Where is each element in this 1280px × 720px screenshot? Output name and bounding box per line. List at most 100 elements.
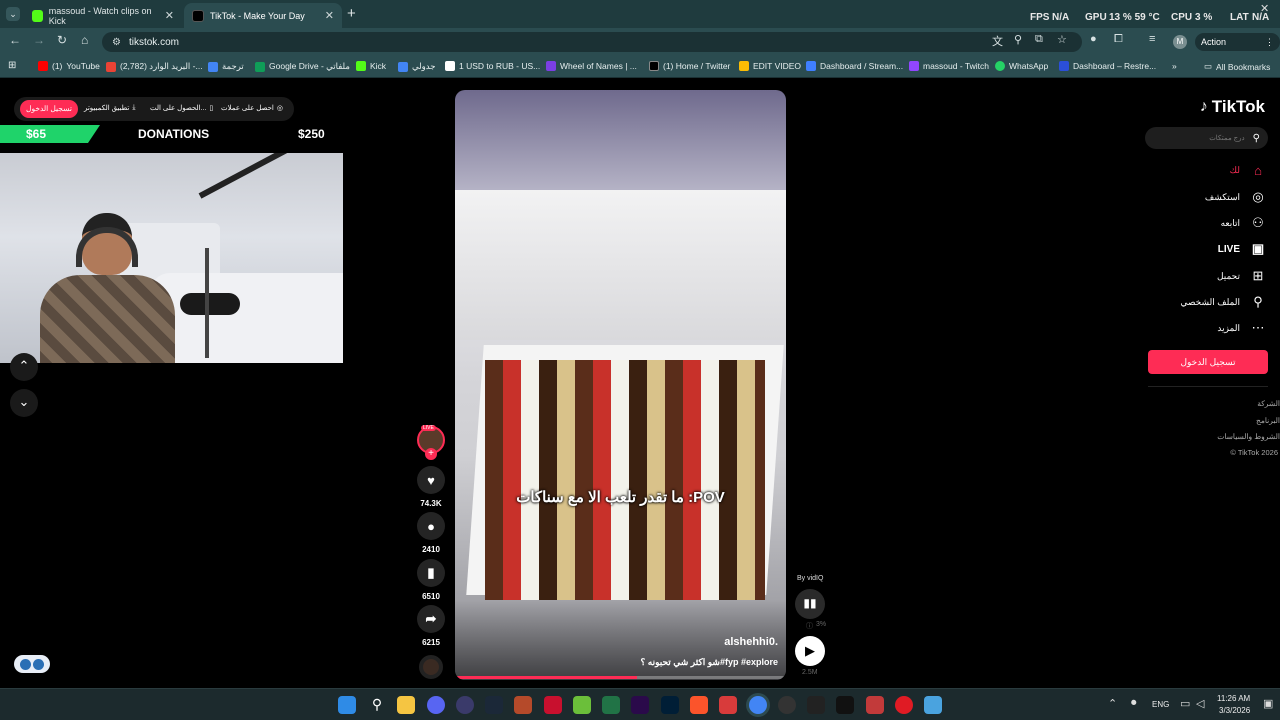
close-icon[interactable]: ✕ [325, 9, 334, 22]
discord-icon[interactable] [427, 696, 445, 714]
bookmark-drive[interactable]: Google Drive - ملفاتي [255, 61, 350, 72]
media-icon[interactable]: ≡ [1149, 33, 1155, 45]
footer-company[interactable]: الشركة [1257, 399, 1280, 408]
video-progress-track[interactable] [455, 676, 786, 679]
obs-icon[interactable] [778, 696, 796, 714]
video-player[interactable]: ما تقدر تلعب الا مع سناكات :POV alshehhi… [455, 90, 786, 680]
extension-icon[interactable]: ● [1090, 33, 1097, 45]
tab-kick[interactable]: massoud - Watch clips on Kick ✕ [24, 3, 182, 28]
nav-following[interactable]: اتابعه ⚇ [1221, 215, 1266, 231]
music-disc-icon[interactable] [419, 655, 443, 679]
app-icon[interactable] [866, 696, 884, 714]
app-icon[interactable] [895, 696, 913, 714]
footer-terms[interactable]: الشروط والسياسات [1217, 432, 1280, 441]
play-button[interactable]: ▶ [795, 636, 825, 666]
app-icon[interactable] [836, 696, 854, 714]
translate-icon[interactable]: 文 [992, 33, 1003, 49]
puzzle-icon[interactable]: ⧠ [1114, 33, 1123, 46]
brave-icon[interactable] [690, 696, 708, 714]
site-info-icon[interactable]: ⚙ [112, 37, 121, 48]
notepad-icon[interactable] [924, 696, 942, 714]
network-icon[interactable]: ▭ [1180, 697, 1190, 710]
login-pill-button[interactable]: تسجيل الدخول [20, 100, 78, 118]
clock-time[interactable]: 11:26 AM [1217, 694, 1250, 703]
forward-icon[interactable]: → [33, 33, 45, 47]
address-bar[interactable]: ⚙ tikstok.com [102, 32, 1082, 52]
reload-icon[interactable]: ↻ [57, 33, 67, 47]
nav-upload[interactable]: تحميل ⊞ [1217, 268, 1266, 284]
bookmark-twitch[interactable]: massoud - Twitch [909, 61, 989, 71]
footer-program[interactable]: البرنامج [1256, 416, 1280, 425]
language-indicator[interactable]: ENG [1152, 700, 1169, 709]
coins-link[interactable]: احصل على عملات ◎ [221, 104, 283, 112]
like-button[interactable]: ♥ 74.3K [417, 466, 445, 508]
bookmark-translate[interactable]: ترجمة [208, 61, 244, 72]
apps-grid-icon[interactable]: ⊞ [8, 60, 16, 71]
share-button[interactable]: ➦ 6215 [417, 605, 445, 647]
tab-search-button[interactable]: ⌄ [6, 7, 20, 21]
game-icon[interactable] [573, 696, 591, 714]
scroll-up-button[interactable]: ⌃ [10, 353, 38, 381]
capcut-icon[interactable] [807, 696, 825, 714]
home-icon[interactable]: ⌂ [81, 33, 88, 47]
file-explorer-icon[interactable] [397, 696, 415, 714]
steam-icon[interactable] [485, 696, 503, 714]
cast-icon[interactable]: ⧉ [1035, 33, 1043, 46]
nav-profile[interactable]: الملف الشخصي ⚲ [1180, 294, 1266, 310]
tab-tiktok[interactable]: TikTok - Make Your Day ✕ [184, 3, 342, 28]
photoshop-icon[interactable] [661, 696, 679, 714]
nav-more[interactable]: المزيد ⋯ [1217, 320, 1266, 336]
floating-app-badge[interactable] [14, 655, 50, 673]
bookmark-restream[interactable]: Dashboard – Restre... [1059, 61, 1156, 71]
bookmark-wheel[interactable]: Wheel of Names | ... [546, 61, 637, 71]
bookmark-whatsapp[interactable]: WhatsApp [995, 61, 1048, 71]
back-icon[interactable]: ← [9, 33, 21, 47]
bookmark-kick[interactable]: Kick [356, 61, 386, 71]
search-input[interactable]: درج ممتكات ⚲ [1145, 127, 1268, 149]
comment-button[interactable]: ● 2410 [417, 512, 445, 554]
app-icon[interactable] [514, 696, 532, 714]
all-bookmarks[interactable]: ▭ All Bookmarks [1204, 61, 1270, 72]
vidiq-stats-button[interactable]: ▮▮ [795, 589, 825, 619]
app-icon[interactable] [719, 696, 737, 714]
bookmark-schedule[interactable]: جدولي [398, 61, 436, 72]
premiere-icon[interactable] [631, 696, 649, 714]
mic-tray-icon[interactable]: ⏺ [1131, 697, 1137, 710]
nav-explore[interactable]: استكشف ◎ [1205, 189, 1266, 205]
avatar[interactable]: M [1173, 35, 1187, 49]
bookmark-streamlabs[interactable]: Dashboard / Stream... [806, 61, 903, 71]
notifications-icon[interactable]: ▣ [1263, 697, 1273, 710]
bookmark-usd-rub[interactable]: 1 USD to RUB - US... [445, 61, 540, 71]
get-app-link[interactable]: الحصول على الت... ▯ [150, 104, 213, 112]
bookmarks-overflow-icon[interactable]: » [1172, 61, 1177, 71]
chrome-icon[interactable] [749, 696, 767, 714]
follow-plus-button[interactable]: + [425, 448, 437, 460]
tray-overflow-icon[interactable]: ⌃ [1108, 697, 1117, 710]
windows-start-icon[interactable] [338, 696, 356, 714]
x-icon [649, 61, 659, 71]
action-required-button[interactable]: Action required ⋮ [1195, 33, 1280, 65]
desktop-app-link[interactable]: تطبيق الكمبيوتر ⤓ [84, 104, 135, 112]
bookmark-edit-video[interactable]: EDIT VIDEO [739, 61, 801, 71]
save-button[interactable]: ▮ 6510 [417, 559, 445, 601]
media-player-icon[interactable] [456, 696, 474, 714]
bookmark-star-icon[interactable]: ☆ [1057, 33, 1067, 46]
bookmark-twitter[interactable]: (1) Home / Twitter [649, 61, 730, 71]
video-username[interactable]: alshehhi0. [724, 636, 778, 648]
zoom-icon[interactable]: ⚲ [1014, 33, 1022, 46]
nav-live[interactable]: LIVE ▣ [1218, 241, 1266, 257]
bookmark-gmail[interactable]: (2,782) البريد الوارد -... [106, 61, 203, 72]
window-close-icon[interactable]: ✕ [1260, 2, 1269, 15]
tiktok-logo[interactable]: ♪ TikTok [1200, 97, 1265, 117]
clock-date[interactable]: 3/3/2026 [1219, 706, 1250, 715]
nav-for-you[interactable]: لك ⌂ [1230, 163, 1266, 178]
excel-icon[interactable] [602, 696, 620, 714]
scroll-down-button[interactable]: ⌄ [10, 389, 38, 417]
new-tab-button[interactable]: + [347, 5, 356, 22]
sidebar-login-button[interactable]: تسجيل الدخول [1148, 350, 1268, 374]
valorant-icon[interactable] [544, 696, 562, 714]
volume-icon[interactable]: ◁ [1196, 697, 1204, 710]
bookmark-youtube[interactable]: (1) YouTube [38, 61, 100, 71]
close-icon[interactable]: ✕ [165, 9, 174, 22]
search-icon[interactable]: ⚲ [368, 696, 386, 714]
